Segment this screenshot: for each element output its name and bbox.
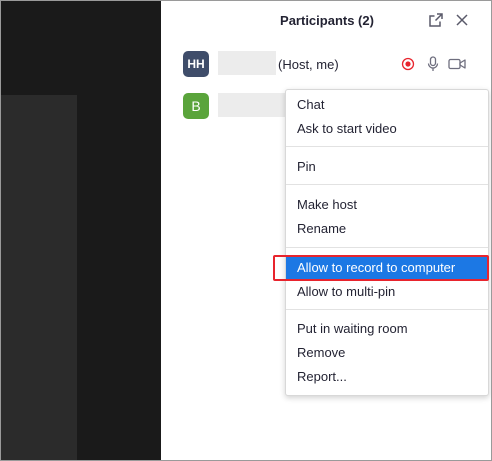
- video-area: [1, 1, 161, 460]
- menu-item-report[interactable]: Report...: [286, 365, 488, 389]
- menu-item-rename[interactable]: Rename: [286, 217, 488, 241]
- close-icon[interactable]: [453, 11, 471, 29]
- menu-separator: [286, 247, 488, 248]
- menu-separator: [286, 309, 488, 310]
- participant-context-menu: Chat Ask to start video Pin Make host Re…: [285, 89, 489, 396]
- participant-name-redacted: [218, 93, 288, 117]
- participant-name-redacted: [218, 51, 276, 75]
- menu-item-remove[interactable]: Remove: [286, 341, 488, 365]
- menu-item-ask-to-start-video[interactable]: Ask to start video: [286, 117, 488, 141]
- menu-item-allow-to-record-to-computer[interactable]: Allow to record to computer: [286, 256, 488, 280]
- avatar: HH: [183, 51, 209, 77]
- avatar: B: [183, 93, 209, 119]
- participant-row-host[interactable]: HH (Host, me): [161, 48, 491, 80]
- menu-item-pin[interactable]: Pin: [286, 155, 488, 179]
- menu-item-allow-to-multi-pin[interactable]: Allow to multi-pin: [286, 280, 488, 304]
- record-icon: [399, 56, 417, 72]
- menu-item-make-host[interactable]: Make host: [286, 193, 488, 217]
- popout-icon[interactable]: [427, 11, 445, 29]
- menu-separator: [286, 146, 488, 147]
- panel-header: Participants (2): [161, 1, 491, 41]
- menu-item-chat[interactable]: Chat: [286, 93, 488, 117]
- app-window: Participants (2) HH (Host, me) B Chat As…: [0, 0, 492, 461]
- participant-role: (Host, me): [278, 57, 339, 72]
- menu-item-put-in-waiting-room[interactable]: Put in waiting room: [286, 317, 488, 341]
- video-camera-icon[interactable]: [448, 56, 466, 72]
- microphone-icon[interactable]: [424, 56, 442, 72]
- menu-separator: [286, 184, 488, 185]
- video-tile: [1, 95, 77, 460]
